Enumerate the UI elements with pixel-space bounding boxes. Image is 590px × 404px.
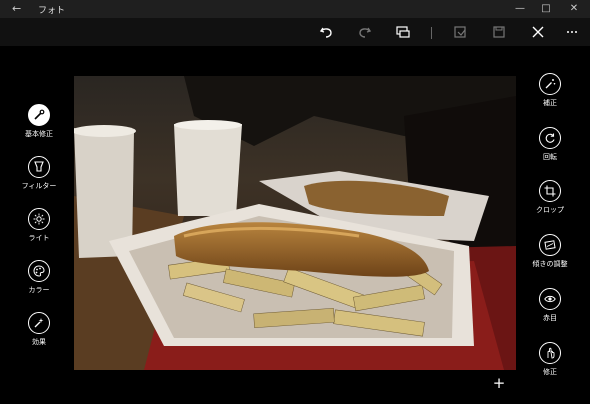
undo-icon[interactable] [316, 22, 336, 42]
photo-canvas[interactable] [74, 76, 516, 370]
title-bar: ← フォト — □ ✕ [0, 0, 590, 18]
spot-fix-icon [539, 342, 561, 364]
tool-rotate[interactable]: 回転 [515, 127, 585, 162]
tool-effects[interactable]: 効果 [4, 312, 74, 347]
tool-spot-fix[interactable]: 修正 [515, 342, 585, 377]
window-close-icon[interactable]: ✕ [560, 0, 588, 18]
tool-label: カラー [28, 286, 50, 294]
back-arrow-icon[interactable]: ← [12, 2, 21, 15]
tool-crop[interactable]: クロップ [515, 180, 585, 215]
light-icon [28, 208, 50, 230]
rotate-icon [539, 127, 561, 149]
tool-straighten[interactable]: 傾きの調整 [515, 234, 585, 269]
tool-basic-fix[interactable]: 基本修正 [4, 104, 74, 139]
window-title: フォト [38, 6, 66, 16]
more-icon[interactable] [562, 22, 582, 42]
effects-icon [28, 312, 50, 334]
tool-label: 赤目 [543, 314, 557, 322]
maximize-icon[interactable]: □ [532, 0, 560, 18]
filter-icon [28, 156, 50, 178]
straighten-icon [539, 234, 561, 256]
crop-icon [539, 180, 561, 202]
tool-color[interactable]: カラー [4, 260, 74, 295]
save-icon[interactable] [489, 22, 509, 42]
palette-icon [28, 260, 50, 282]
tool-label: 回転 [543, 153, 557, 161]
redo-icon[interactable] [355, 22, 375, 42]
tool-light[interactable]: ライト [4, 208, 74, 243]
red-eye-icon [539, 288, 561, 310]
tool-label: 基本修正 [25, 130, 53, 138]
tool-label: クロップ [536, 206, 564, 214]
tool-filter[interactable]: フィルター [4, 156, 74, 191]
edit-toolbar [0, 18, 590, 46]
tool-enhance[interactable]: 補正 [515, 73, 585, 108]
tool-label: フィルター [21, 182, 57, 190]
tool-label: 傾きの調整 [532, 260, 568, 268]
add-button[interactable]: + [491, 376, 507, 392]
magic-wand-icon [28, 104, 50, 126]
toolbar-separator [431, 27, 432, 39]
tool-red-eye[interactable]: 赤目 [515, 288, 585, 323]
minimize-icon[interactable]: — [506, 0, 534, 18]
close-icon[interactable] [528, 22, 548, 42]
tool-label: 効果 [32, 338, 46, 346]
enhance-icon [539, 73, 561, 95]
tool-label: 補正 [543, 99, 557, 107]
tool-label: 修正 [543, 368, 557, 376]
compare-icon[interactable] [393, 22, 413, 42]
save-copy-icon[interactable] [450, 22, 470, 42]
tool-label: ライト [28, 234, 50, 242]
